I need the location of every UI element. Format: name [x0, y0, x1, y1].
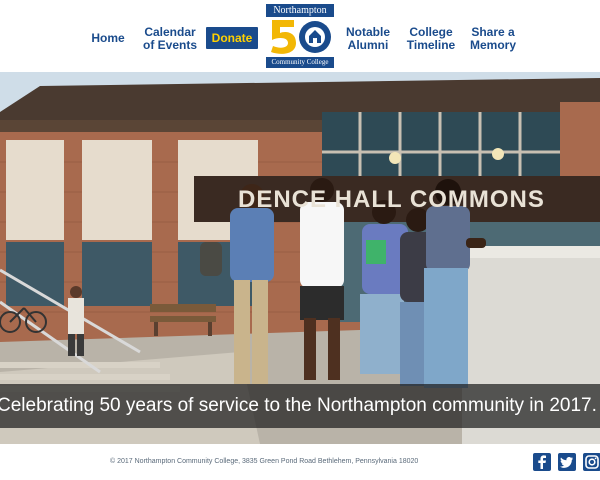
donate-button[interactable]: Donate	[206, 27, 258, 49]
nav-home-link[interactable]: Home	[86, 32, 130, 45]
hero-caption-text: Celebrating 50 years of service to the N…	[0, 395, 597, 416]
hero-caption-bar: Celebrating 50 years of service to the N…	[0, 384, 600, 428]
site-footer: © 2017 Northampton Community College, 38…	[0, 444, 600, 480]
instagram-icon[interactable]	[583, 453, 600, 471]
twitter-icon[interactable]	[558, 453, 576, 471]
nav-calendar-link[interactable]: Calendar of Events	[138, 26, 202, 52]
logo-bottom-text: Community College	[266, 57, 334, 68]
logo-top-text: Northampton	[266, 4, 334, 17]
nav-alumni-link[interactable]: Notable Alumni	[340, 26, 396, 52]
building-sign-text: DENCE HALL COMMONS	[238, 186, 545, 213]
college-logo[interactable]: Northampton 50 Community College	[266, 4, 334, 68]
copyright-text: © 2017 Northampton Community College, 38…	[110, 458, 419, 465]
nav-memory-link[interactable]: Share a Memory	[464, 26, 522, 52]
logo-fifty-graphic: 50	[266, 17, 334, 57]
site-header: Home Calendar of Events Donate Northampt…	[0, 0, 600, 72]
facebook-icon[interactable]	[533, 453, 551, 471]
nav-timeline-link[interactable]: College Timeline	[402, 26, 460, 52]
